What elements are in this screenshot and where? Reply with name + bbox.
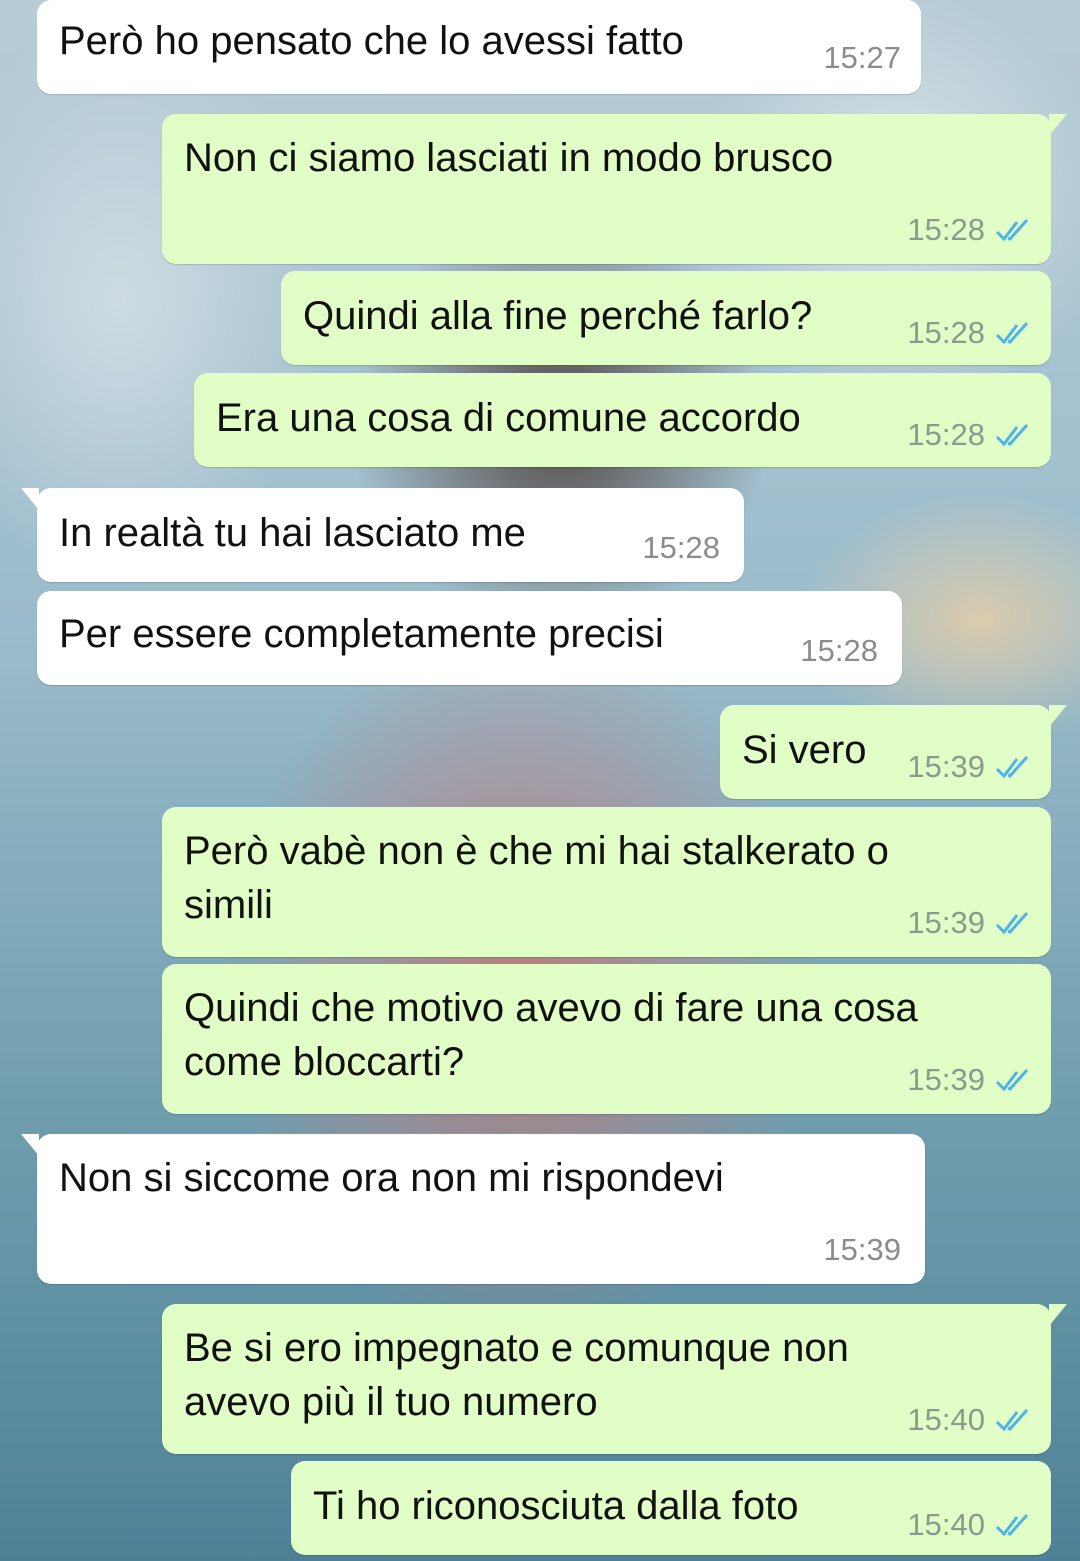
message-meta: 15:28 bbox=[642, 530, 720, 566]
double-check-icon bbox=[995, 755, 1029, 779]
message-bubble-incoming[interactable]: Per essere completamente precisi 15:28 bbox=[37, 591, 902, 685]
message-bubble-incoming[interactable]: Non si siccome ora non mi rispondevi 15:… bbox=[21, 1134, 925, 1284]
message-meta: 15:40 bbox=[907, 1507, 1031, 1543]
double-check-icon bbox=[995, 911, 1029, 935]
message-text: Però vabè non è che mi hai stalkerato o … bbox=[184, 829, 889, 927]
message-bubble-outgoing[interactable]: Non ci siamo lasciati in modo brusco 15:… bbox=[162, 114, 1067, 264]
message-text: In realtà tu hai lasciato me bbox=[59, 511, 526, 555]
message-text: Per essere completamente precisi bbox=[59, 612, 664, 656]
message-bubble-outgoing[interactable]: Quindi che motivo avevo di fare una cosa… bbox=[162, 964, 1051, 1114]
message-bubble-outgoing[interactable]: Si vero 15:39 bbox=[720, 705, 1067, 799]
message-bubble-outgoing[interactable]: Ti ho riconosciuta dalla foto 15:40 bbox=[291, 1461, 1051, 1555]
double-check-icon bbox=[995, 218, 1029, 242]
message-time: 15:39 bbox=[823, 1232, 901, 1267]
message-time: 15:39 bbox=[907, 749, 985, 784]
message-meta: 15:39 bbox=[823, 1232, 901, 1268]
message-time: 15:28 bbox=[642, 530, 720, 565]
message-meta: 15:28 bbox=[907, 315, 1031, 351]
message-time: 15:28 bbox=[907, 315, 985, 350]
message-time: 15:28 bbox=[800, 633, 878, 668]
message-time: 15:39 bbox=[907, 1062, 985, 1097]
double-check-icon bbox=[995, 321, 1029, 345]
message-bubble-outgoing[interactable]: Quindi alla fine perché farlo? 15:28 bbox=[281, 271, 1051, 365]
message-text: Be si ero impegnato e comunque non avevo… bbox=[184, 1326, 849, 1424]
message-meta: 15:39 bbox=[907, 905, 1031, 941]
message-time: 15:40 bbox=[907, 1507, 985, 1542]
message-bubble-incoming[interactable]: Però ho pensato che lo avessi fatto 15:2… bbox=[37, 0, 921, 94]
message-bubble-outgoing[interactable]: Be si ero impegnato e comunque non avevo… bbox=[162, 1304, 1067, 1454]
message-text: Però ho pensato che lo avessi fatto bbox=[59, 19, 684, 63]
message-meta: 15:28 bbox=[907, 417, 1031, 453]
message-meta: 15:40 bbox=[907, 1402, 1031, 1438]
message-bubble-outgoing[interactable]: Però vabè non è che mi hai stalkerato o … bbox=[162, 807, 1051, 957]
message-text: Non ci siamo lasciati in modo brusco bbox=[184, 136, 834, 180]
message-text: Quindi che motivo avevo di fare una cosa… bbox=[184, 986, 918, 1084]
message-meta: 15:39 bbox=[907, 749, 1031, 785]
message-meta: 15:27 bbox=[823, 40, 901, 76]
double-check-icon bbox=[995, 1068, 1029, 1092]
message-time: 15:28 bbox=[907, 417, 985, 452]
chat-message-list[interactable]: Però ho pensato che lo avessi fatto 15:2… bbox=[0, 0, 1080, 1561]
message-meta: 15:28 bbox=[800, 633, 878, 669]
message-time: 15:39 bbox=[907, 905, 985, 940]
message-time: 15:28 bbox=[907, 212, 985, 247]
message-bubble-outgoing[interactable]: Era una cosa di comune accordo 15:28 bbox=[194, 373, 1051, 467]
double-check-icon bbox=[995, 423, 1029, 447]
double-check-icon bbox=[995, 1513, 1029, 1537]
message-time: 15:27 bbox=[823, 40, 901, 75]
message-meta: 15:28 bbox=[907, 212, 1031, 248]
message-text: Non si siccome ora non mi rispondevi bbox=[59, 1156, 724, 1200]
message-meta: 15:39 bbox=[907, 1062, 1031, 1098]
double-check-icon bbox=[995, 1408, 1029, 1432]
message-bubble-incoming[interactable]: In realtà tu hai lasciato me 15:28 bbox=[21, 488, 744, 582]
message-time: 15:40 bbox=[907, 1402, 985, 1437]
